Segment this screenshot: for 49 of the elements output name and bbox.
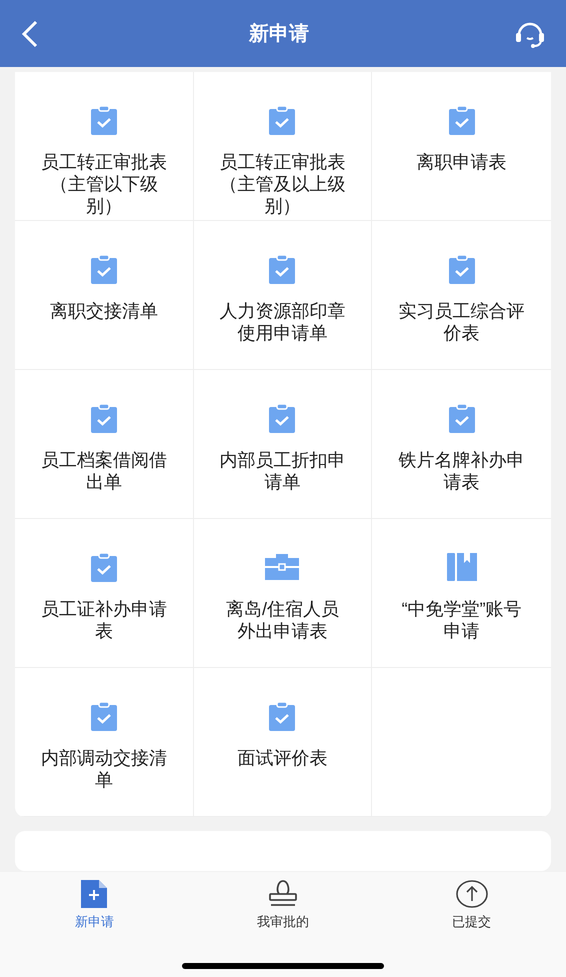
form-label: “中免学堂”账号申请: [400, 598, 523, 642]
form-item[interactable]: 离职交接清单: [15, 221, 194, 370]
form-label: 内部调动交接清单: [40, 747, 168, 791]
form-item[interactable]: 员工证补办申请表: [15, 519, 194, 668]
form-item[interactable]: 员工转正审批表（主管及以上级别）: [194, 72, 372, 221]
form-label: 离岛/住宿人员外出申请表: [224, 598, 340, 642]
form-label: 离职申请表: [416, 151, 508, 173]
form-label: 离职交接清单: [48, 300, 159, 322]
clipboard-check-icon: [268, 254, 296, 284]
form-label: 铁片名牌补办申请表: [398, 449, 526, 493]
clipboard-check-icon: [448, 403, 476, 433]
form-label: 员工转正审批表（主管以下级别）: [40, 151, 168, 217]
clipboard-check-icon: [90, 105, 118, 135]
tab[interactable]: 新申请: [70, 880, 118, 930]
clipboard-check-icon: [90, 552, 118, 582]
form-item[interactable]: 实习员工综合评价表: [372, 221, 551, 370]
form-label: 面试评价表: [236, 747, 328, 769]
form-item[interactable]: 员工档案借阅借出单: [15, 370, 194, 519]
clipboard-check-icon: [448, 254, 476, 284]
form-item[interactable]: 铁片名牌补办申请表: [372, 370, 551, 519]
upload-icon: [456, 880, 488, 908]
clipboard-check-icon: [90, 701, 118, 731]
form-label: 员工证补办申请表: [40, 598, 168, 642]
form-label: 员工档案借阅借出单: [40, 449, 168, 493]
clipboard-check-icon: [268, 403, 296, 433]
form-item[interactable]: 离岛/住宿人员外出申请表: [194, 519, 372, 668]
form-item[interactable]: 离职申请表: [372, 72, 551, 221]
clipboard-check-icon: [90, 403, 118, 433]
form-item[interactable]: 人力资源部印章使用申请单: [194, 221, 372, 370]
clipboard-check-icon: [268, 701, 296, 731]
form-item[interactable]: “中免学堂”账号申请: [372, 519, 551, 668]
briefcase-icon: [265, 554, 300, 580]
stamp-icon: [268, 880, 298, 908]
tab[interactable]: 已提交: [448, 880, 496, 930]
form-label: 内部员工折扣申请单: [218, 449, 346, 493]
page-title: 新申请: [249, 22, 309, 46]
form-label: 员工转正审批表（主管及以上级别）: [218, 151, 346, 217]
new-document-icon: [80, 880, 108, 908]
clipboard-check-icon: [448, 105, 476, 135]
form-item[interactable]: 内部调动交接清单: [15, 668, 194, 817]
book-icon: [446, 553, 477, 581]
form-item[interactable]: 员工转正审批表（主管以下级别）: [15, 72, 194, 221]
form-label: 人力资源部印章使用申请单: [218, 300, 346, 344]
form-label: 实习员工综合评价表: [398, 300, 526, 344]
form-item[interactable]: 内部员工折扣申请单: [194, 370, 372, 519]
clipboard-check-icon: [268, 105, 296, 135]
clipboard-check-icon: [90, 254, 118, 284]
tab[interactable]: 我审批的: [252, 880, 313, 930]
form-item[interactable]: 面试评价表: [194, 668, 372, 817]
